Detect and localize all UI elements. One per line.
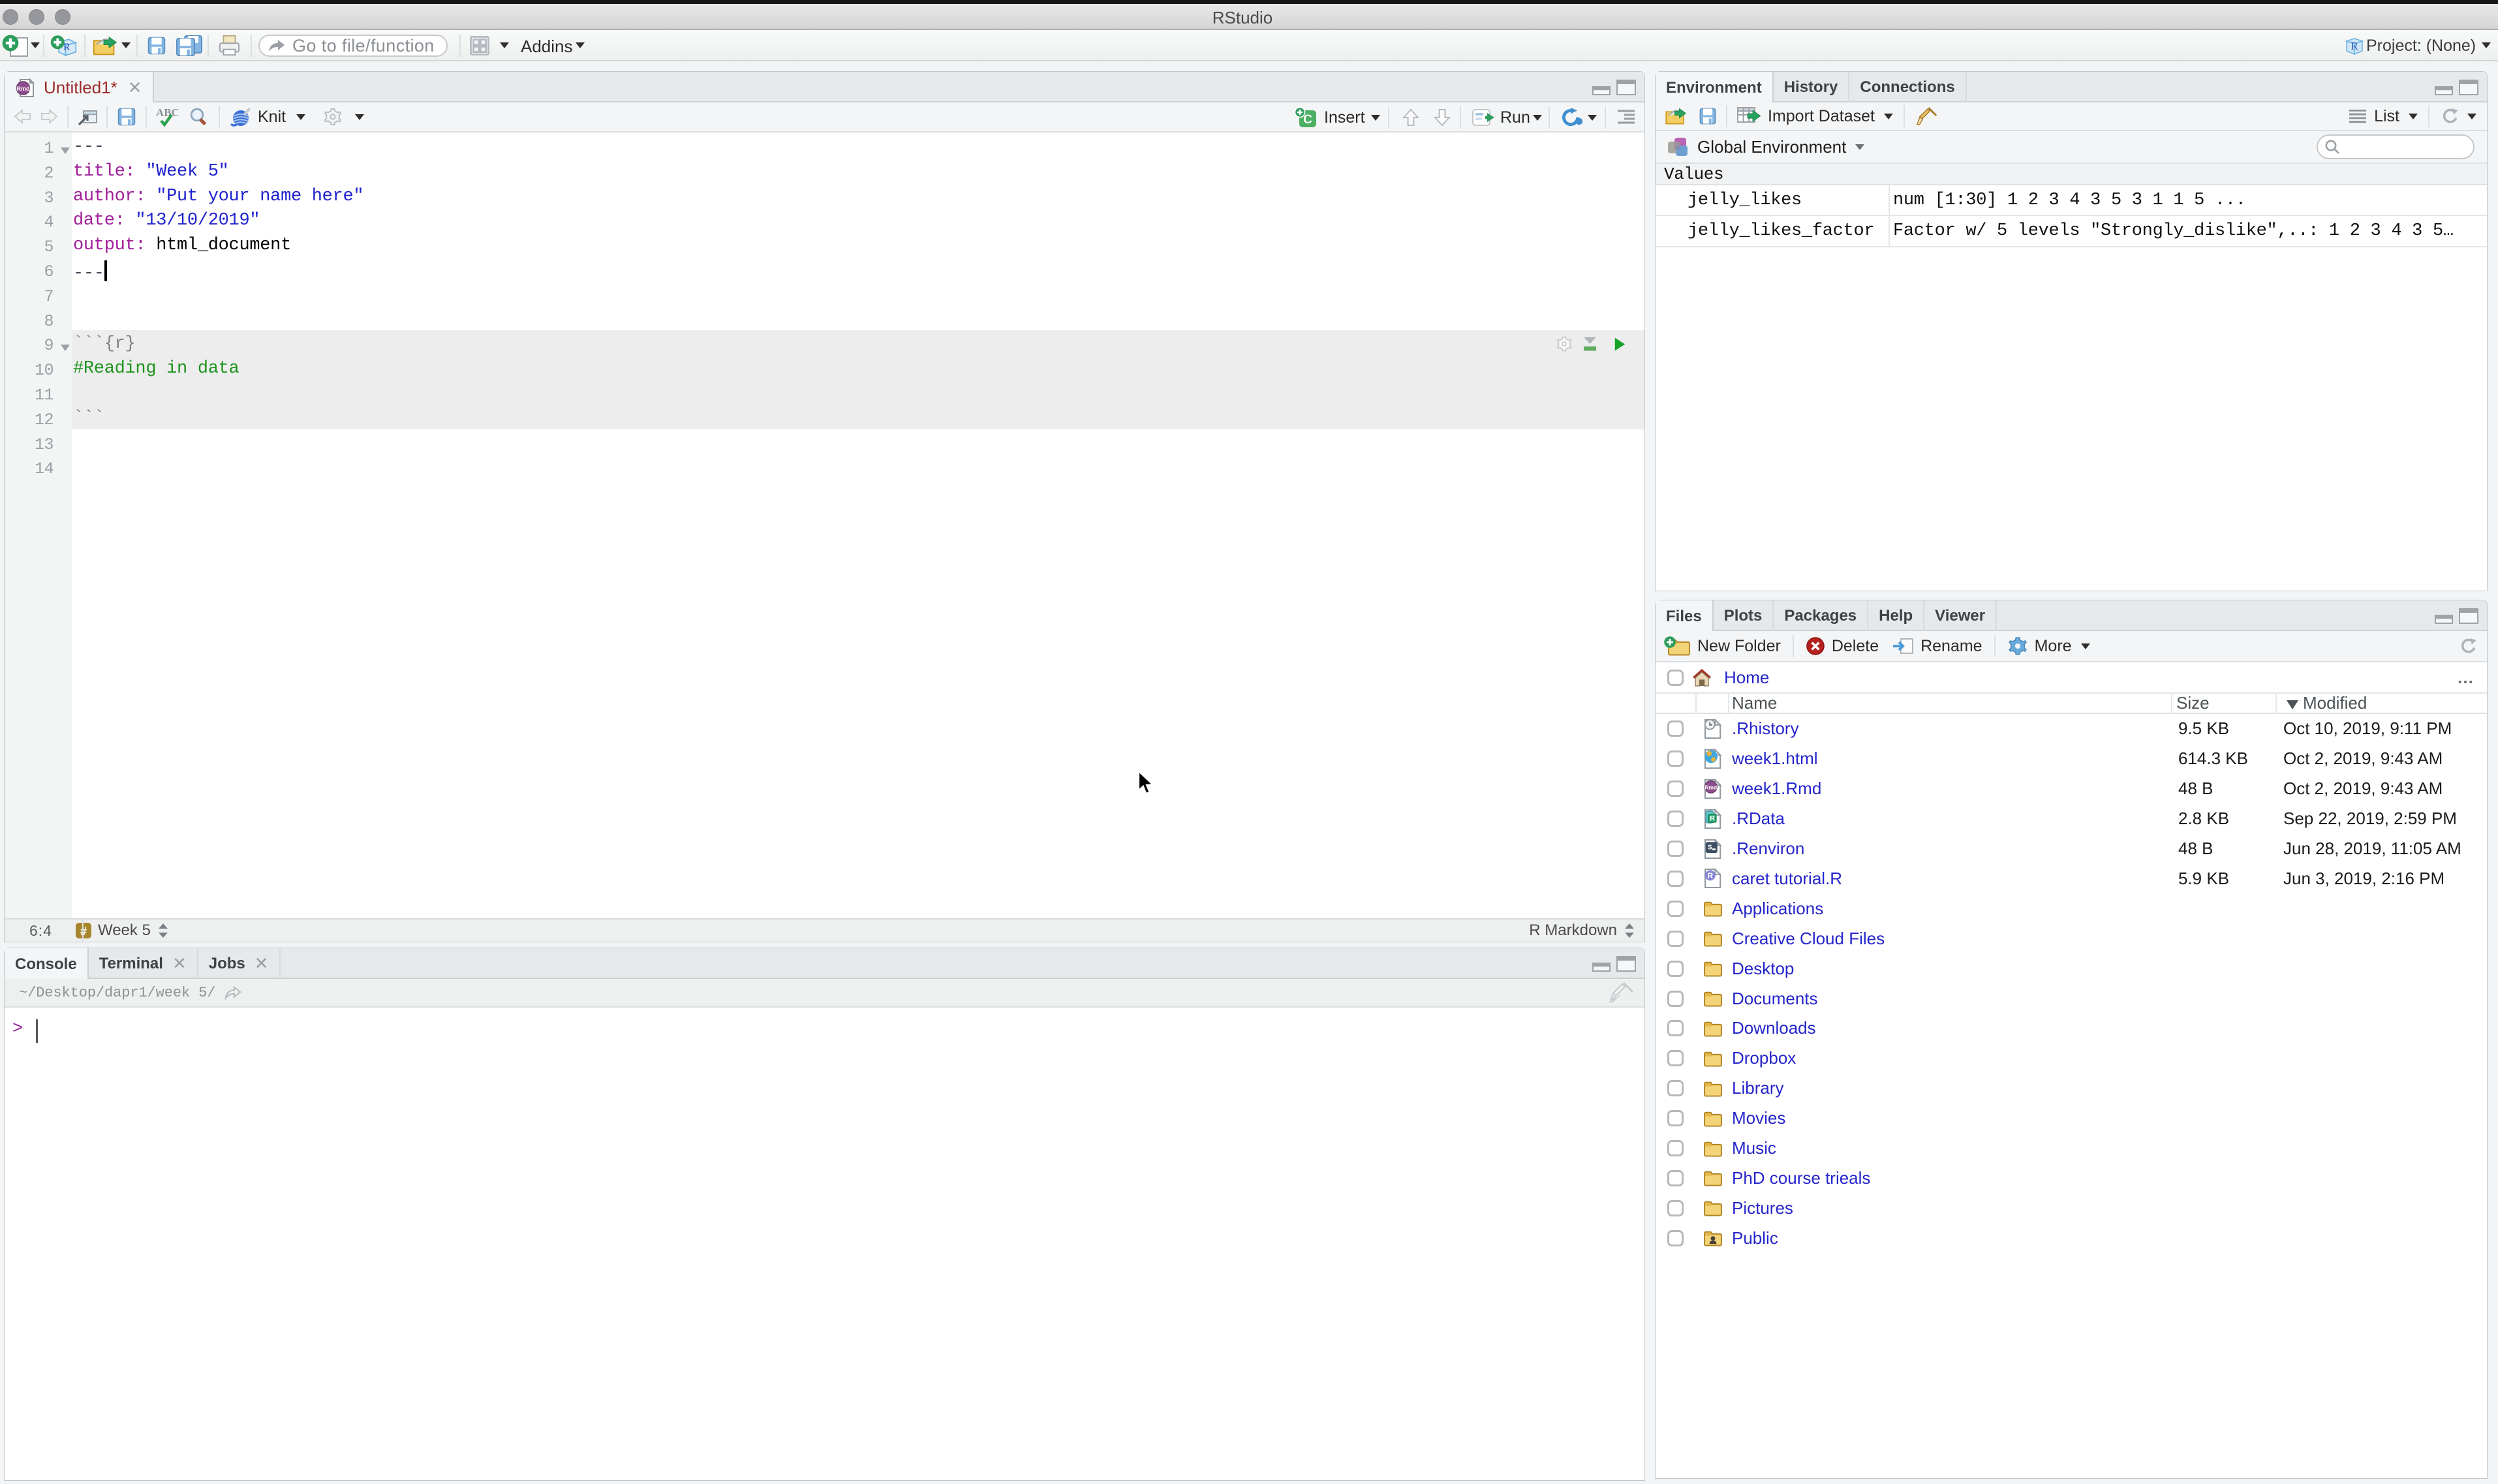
svg-text:R: R — [1707, 871, 1713, 880]
svg-text:R: R — [2351, 40, 2358, 52]
svg-text:Rmd: Rmd — [1704, 784, 1717, 790]
svg-text:R: R — [63, 42, 70, 53]
svg-text:S: S — [1708, 844, 1712, 851]
svg-text:Rmd: Rmd — [16, 85, 29, 92]
svg-text:R: R — [1710, 814, 1715, 822]
svg-text:ABC: ABC — [156, 106, 178, 119]
